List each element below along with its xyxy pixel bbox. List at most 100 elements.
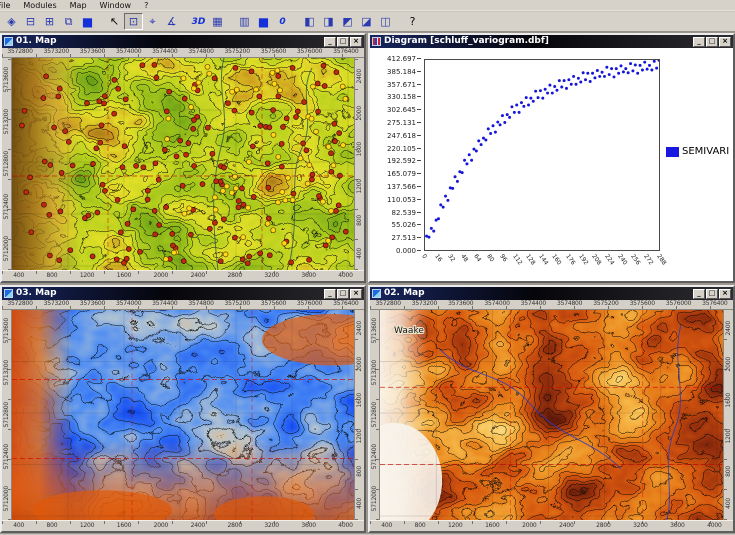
3d-view-icon[interactable]: 3D	[189, 13, 208, 30]
ruler-label: 1200	[448, 522, 463, 529]
tile-horizontally-icon[interactable]: ◨	[319, 13, 338, 30]
ruler-label: 3574800	[188, 48, 214, 55]
minimize-button[interactable]: _	[324, 36, 336, 47]
copy-icon[interactable]: ⧉	[59, 13, 78, 30]
toolbar: ◈ ⊟ ⊞ ⧉ ■ ↖ ⊡ ⌖ ∡ 3D ▦ ▥ ■ 0 ◧ ◨ ◩ ◪ ◫?	[0, 12, 735, 32]
pan-tool-icon[interactable]: ⌖	[143, 13, 162, 30]
ruler-label: 800	[725, 465, 732, 477]
ruler-label: 800	[46, 272, 58, 279]
map-canvas-01[interactable]	[12, 58, 354, 270]
ruler-label: 3200	[264, 522, 279, 529]
ruler-right: 2400 2000 1600 1200 800 400	[723, 310, 733, 520]
ruler-label: 2000	[153, 522, 169, 529]
legend: SEMIVARI	[666, 146, 729, 157]
minimize-button[interactable]: _	[693, 288, 705, 299]
minimize-button[interactable]: _	[324, 288, 336, 299]
ruler-label: 3575600	[260, 48, 287, 55]
active-map-icon[interactable]: ■	[78, 13, 97, 30]
toolbar-separator	[227, 13, 235, 30]
ruler-label: 1600	[116, 522, 132, 529]
map-canvas-02[interactable]: Waake	[380, 310, 723, 520]
toolbar-separator	[97, 13, 105, 30]
maximize-button[interactable]: □	[337, 288, 349, 299]
info-icon[interactable]: 0	[273, 13, 292, 30]
zoom-select-tool-icon[interactable]: ⊡	[124, 13, 143, 30]
maximize-button[interactable]: □	[706, 288, 718, 299]
ruler-label: 1200	[725, 429, 732, 444]
close-button[interactable]: ×	[719, 36, 731, 47]
help-icon[interactable]: ?	[403, 13, 422, 30]
ruler-label: 2000	[153, 272, 169, 279]
print-icon[interactable]: ⊞	[40, 13, 59, 30]
titlebar-map03[interactable]: 03. Map _ □ ×	[2, 287, 364, 300]
titlebar-map01[interactable]: 01. Map _ □ ×	[2, 35, 364, 48]
map-window-icon	[372, 289, 381, 298]
ruler-label: 1200	[356, 178, 363, 194]
ruler-label: 2000	[522, 522, 537, 529]
map-window-03: 03. Map _ □ × 3572800 3573200 3573600 35740…	[0, 285, 366, 533]
interpolated-surface-map	[12, 310, 354, 520]
ruler-label: 4000	[338, 272, 353, 279]
close-button[interactable]: ×	[350, 288, 362, 299]
close-all-windows-icon[interactable]: ◫	[376, 13, 395, 30]
ruler-label: 5712800	[371, 402, 378, 428]
map-canvas-03[interactable]	[12, 310, 354, 520]
menu-item-map[interactable]: Map	[70, 0, 87, 10]
variogram-plot-body: 412.697 385.184 357.671 330.158 302.645 275.1…	[370, 48, 733, 281]
ruler-label: 400	[381, 522, 393, 529]
show-table-icon[interactable]: ▥	[235, 13, 254, 30]
titlebar-diagram[interactable]: Diagram [schluff_variogram.dbf] _ □ ×	[370, 35, 733, 48]
ruler-label: 2400	[190, 272, 206, 279]
measure-tool-icon[interactable]: ∡	[162, 13, 181, 30]
y-tick-label: 385.184	[372, 68, 421, 76]
ruler-label: 3576000	[296, 300, 323, 307]
ruler-bottom: 400 800 1200 1600 2000 2400 2800 3200 3600 4000	[2, 270, 364, 281]
ruler-label: 5712000	[371, 486, 378, 512]
ruler-label: 400	[356, 498, 363, 510]
arrange-icons-icon[interactable]: ◪	[357, 13, 376, 30]
ruler-label: 3574000	[484, 300, 510, 307]
cascade-windows-icon[interactable]: ◧	[300, 13, 319, 30]
menu-bar: File Modules Map Window ?	[0, 0, 735, 11]
menu-item-file[interactable]: File	[0, 0, 10, 10]
menu-item-help[interactable]: ?	[144, 0, 148, 10]
ruler-label: 800	[356, 465, 363, 477]
toolbar-separator	[181, 13, 189, 30]
maximize-button[interactable]: □	[337, 36, 349, 47]
x-tick-label: 0	[420, 253, 429, 261]
ruler-label: 1200	[79, 272, 95, 279]
save-icon[interactable]: ⊟	[21, 13, 40, 30]
ruler-left: 5713600 5713200 5712800 5712400 5712000	[2, 58, 12, 270]
ruler-label: 3574400	[520, 300, 547, 307]
ruler-left: 5713600 5713200 5712800 5712400 5712000	[370, 310, 380, 520]
ruler-label: 2000	[725, 357, 732, 372]
save-image-icon[interactable]: ▦	[208, 13, 227, 30]
minimize-button[interactable]: _	[693, 36, 705, 47]
window-title: 02. Map	[384, 288, 425, 298]
ruler-label: 3600	[670, 522, 685, 529]
ruler-label: 3574000	[115, 48, 142, 55]
menu-item-window[interactable]: Window	[100, 0, 132, 10]
ruler-label: 3575600	[629, 300, 656, 307]
ruler-label: 400	[725, 498, 732, 510]
maximize-button[interactable]: □	[706, 36, 718, 47]
variogram-plot-area[interactable]	[424, 59, 660, 251]
ruler-label: 3573600	[448, 300, 474, 307]
y-tick-label: 275.131	[372, 119, 421, 127]
window-title: 01. Map	[16, 36, 57, 46]
map-frame-icon[interactable]: ■	[254, 13, 273, 30]
close-button[interactable]: ×	[350, 36, 362, 47]
close-button[interactable]: ×	[719, 288, 731, 299]
menu-item-modules[interactable]: Modules	[23, 0, 56, 10]
ruler-label: 3572800	[7, 300, 33, 307]
y-tick-label: 302.645	[372, 106, 421, 114]
titlebar-map02[interactable]: 02. Map _ □ ×	[370, 287, 733, 300]
open-icon[interactable]: ◈	[2, 13, 21, 30]
ruler-label: 2000	[356, 105, 363, 121]
tile-vertically-icon[interactable]: ◩	[338, 13, 357, 30]
pointer-tool-icon[interactable]: ↖	[105, 13, 124, 30]
map-window-icon	[4, 289, 13, 298]
ruler-label: 5712400	[3, 444, 10, 470]
ruler-label: 4000	[338, 522, 353, 529]
y-tick-label: 412.697	[372, 55, 421, 63]
